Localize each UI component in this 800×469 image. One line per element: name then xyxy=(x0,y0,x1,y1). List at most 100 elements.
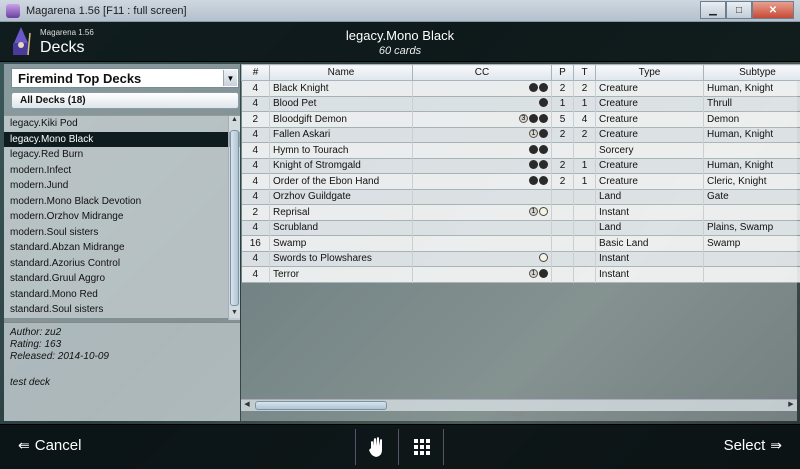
deck-source-select[interactable]: Firemind Top Decks ▼ xyxy=(11,68,239,88)
deck-source-value: Firemind Top Decks xyxy=(18,70,142,86)
deck-list-item[interactable]: standard.Azorius Control xyxy=(4,255,240,271)
subtype-cell xyxy=(703,266,800,283)
grid-icon[interactable] xyxy=(400,429,444,465)
column-header[interactable]: CC xyxy=(412,64,552,81)
scroll-thumb[interactable] xyxy=(230,130,239,306)
mana-cost-cell xyxy=(412,173,552,190)
card-name-cell: Blood Pet xyxy=(269,96,413,112)
deck-list-item[interactable]: legacy.Kiki Pod xyxy=(4,116,240,132)
power-cell xyxy=(551,142,574,159)
table-row[interactable]: 4 Order of the Ebon Hand 2 1 Creature Cleric,… xyxy=(241,173,800,190)
deck-list-item[interactable]: legacy.Red Burn xyxy=(4,147,240,163)
generic-mana-icon: 1 xyxy=(529,206,538,216)
subtype-cell: Demon xyxy=(703,111,800,128)
black-mana-icon xyxy=(539,160,548,170)
deck-list-item[interactable]: standard.Gruul Aggro xyxy=(4,271,240,287)
mana-cost-cell: 3 xyxy=(412,111,552,128)
deck-list-item[interactable]: modern.Mono Black Devotion xyxy=(4,193,240,209)
deck-description: test deck xyxy=(10,377,51,388)
toughness-cell xyxy=(573,220,596,236)
column-header[interactable]: T xyxy=(573,64,596,81)
card-count-cell: 4 xyxy=(241,251,270,267)
table-row[interactable]: 4Orzhov GuildgateLandGateC xyxy=(241,189,800,205)
power-cell: 5 xyxy=(551,111,574,128)
black-mana-icon xyxy=(529,175,538,185)
table-row[interactable]: 4Terror1InstantC xyxy=(241,266,800,283)
scroll-thumb[interactable] xyxy=(255,401,387,410)
table-row[interactable]: 2Bloodgift Demon354CreatureDemonR xyxy=(241,111,800,128)
power-cell: 2 xyxy=(551,80,574,97)
table-row[interactable]: 4Swords to PlowsharesInstantU xyxy=(241,251,800,267)
deck-list-item[interactable]: standard.Mono Red xyxy=(4,286,240,302)
cancel-button[interactable]: ⇚ Cancel xyxy=(18,437,81,454)
black-mana-icon xyxy=(539,98,548,108)
card-name-cell: Scrubland xyxy=(269,220,413,236)
toughness-cell: 2 xyxy=(573,127,596,143)
deck-list-item[interactable]: modern.Infect xyxy=(4,162,240,178)
subtype-cell xyxy=(703,251,800,267)
column-header[interactable]: Name xyxy=(269,64,413,81)
toughness-cell: 1 xyxy=(573,158,596,174)
table-row[interactable]: 4Hymn to TourachSorceryU xyxy=(241,142,800,159)
black-mana-icon xyxy=(529,160,538,170)
type-cell: Instant xyxy=(595,204,704,221)
toughness-cell xyxy=(573,189,596,205)
mana-cost-cell xyxy=(412,142,552,159)
scroll-up-icon[interactable]: ▲ xyxy=(229,116,240,128)
scroll-right-icon[interactable]: ▶ xyxy=(785,400,797,411)
column-header[interactable]: Subtype xyxy=(703,64,800,81)
all-decks-filter[interactable]: All Decks (18) xyxy=(11,92,239,109)
table-row[interactable]: 4Fallen Askari122CreatureHuman, KnightC xyxy=(241,127,800,143)
mana-cost-cell xyxy=(412,96,552,112)
deck-list-item[interactable]: standard.Abzan Midrange xyxy=(4,240,240,256)
column-header[interactable]: # xyxy=(241,64,270,81)
black-mana-icon xyxy=(539,113,548,123)
toughness-cell xyxy=(573,251,596,267)
power-cell xyxy=(551,251,574,267)
deck-list-scrollbar[interactable]: ▲ ▼ xyxy=(228,116,240,320)
scroll-down-icon[interactable]: ▼ xyxy=(229,309,240,320)
column-header[interactable]: P xyxy=(551,64,574,81)
deck-list-item[interactable]: standard.Soul sisters xyxy=(4,302,240,318)
card-table: # Name CC P T Type Subtype 4 Black Knight 2 2 Crea… xyxy=(241,64,800,283)
maximize-icon[interactable]: □ xyxy=(726,1,752,19)
toughness-cell xyxy=(573,266,596,283)
card-name-cell: Order of the Ebon Hand xyxy=(269,173,413,190)
scroll-left-icon[interactable]: ◀ xyxy=(241,400,253,411)
hand-icon[interactable] xyxy=(355,429,399,465)
table-row[interactable]: 4Blood Pet11CreatureThrullC xyxy=(241,96,800,112)
subtype-cell: Human, Knight xyxy=(703,127,800,143)
toughness-cell xyxy=(573,204,596,221)
chevron-down-icon[interactable]: ▼ xyxy=(223,70,237,86)
deck-browser-panel: Firemind Top Decks ▼ All Decks (18) lega… xyxy=(4,64,240,421)
card-name-cell: Swamp xyxy=(269,235,413,252)
table-row[interactable]: 2Reprisal1InstantC xyxy=(241,204,800,221)
table-row[interactable]: 4ScrublandLandPlains, SwampR xyxy=(241,220,800,236)
deck-list-item[interactable]: legacy.Mono Black xyxy=(4,131,240,147)
card-count-cell: 4 xyxy=(241,266,270,283)
table-row[interactable]: 16SwampBasic LandSwampB xyxy=(241,235,800,252)
mana-cost-cell xyxy=(412,189,552,205)
table-horizontal-scrollbar[interactable]: ◀ ▶ xyxy=(241,399,797,411)
close-icon[interactable]: ✕ xyxy=(752,1,794,19)
subtype-cell xyxy=(703,142,800,159)
type-cell: Instant xyxy=(595,251,704,267)
deck-released: Released: 2014-10-09 xyxy=(10,351,109,362)
white-mana-icon xyxy=(539,206,548,216)
deck-list-item[interactable]: modern.Soul sisters xyxy=(4,224,240,240)
deck-rating: Rating: 163 xyxy=(10,339,62,350)
subtype-cell: Human, Knight xyxy=(703,80,800,97)
generic-mana-icon: 1 xyxy=(529,268,538,278)
mana-cost-cell: 1 xyxy=(412,266,552,283)
deck-list-item[interactable]: modern.Orzhov Midrange xyxy=(4,209,240,225)
column-header[interactable]: Type xyxy=(595,64,704,81)
resize-grip[interactable] xyxy=(511,413,525,416)
minimize-icon[interactable]: ▁ xyxy=(700,1,726,19)
deck-title: legacy.Mono Black xyxy=(345,28,455,43)
table-row[interactable]: 4 Knight of Stromgald 2 1 Creature Human, Kni… xyxy=(241,158,800,174)
table-row[interactable]: 4Black Knight22CreatureHuman, KnightU xyxy=(241,80,800,97)
card-name-cell: Knight of Stromgald xyxy=(269,158,413,174)
select-label: Select xyxy=(723,437,766,454)
select-button[interactable]: Select ⇛ xyxy=(724,437,782,454)
deck-list-item[interactable]: modern.Jund xyxy=(4,178,240,194)
